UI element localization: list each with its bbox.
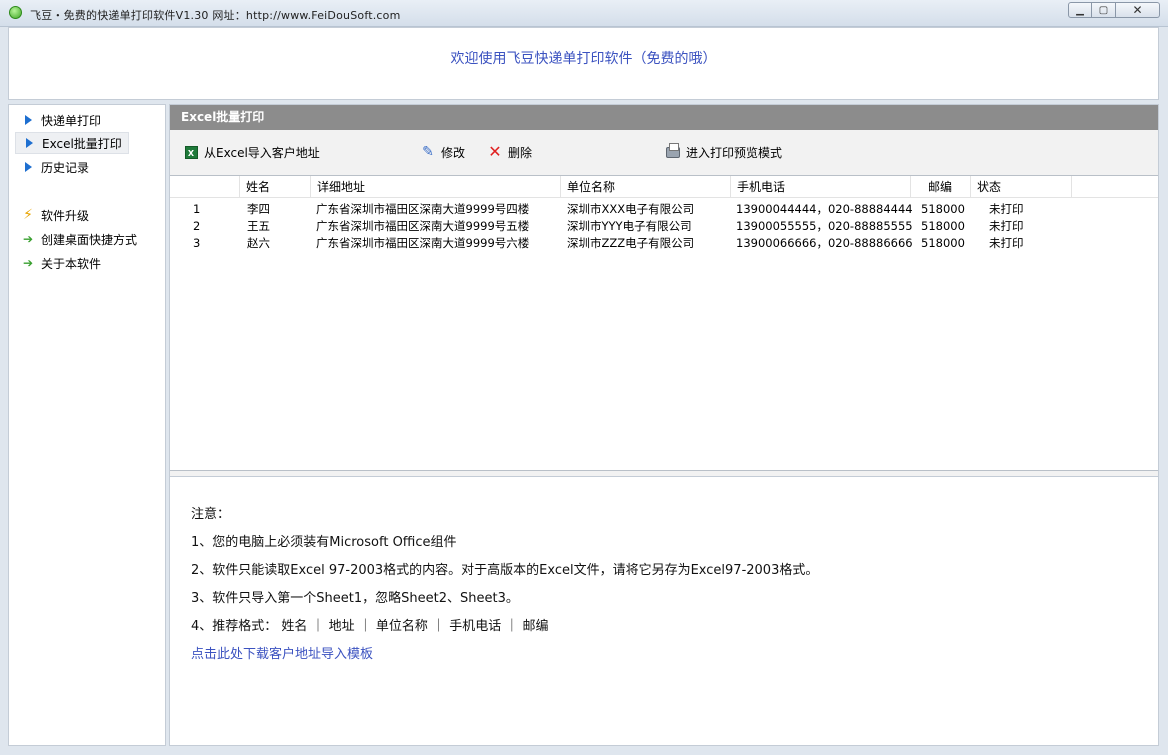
cell-status: 未打印 (989, 236, 1024, 250)
sidebar-item-excel-batch-print[interactable]: Excel批量打印 (15, 132, 129, 154)
import-excel-label: 从Excel导入客户地址 (204, 145, 320, 160)
cell-phone: 13900055555，020-88885555 (736, 219, 913, 233)
row-number: 2 (193, 219, 201, 233)
column-header-zip[interactable]: 邮编 (911, 176, 971, 197)
cell-zip: 518000 (921, 202, 965, 216)
welcome-text: 欢迎使用飞豆快递单打印软件（免费的哦） (450, 51, 717, 67)
note-line-1: 1、您的电脑上必须装有Microsoft Office组件 (191, 535, 457, 550)
notes-heading: 注意： (191, 507, 231, 522)
cell-status: 未打印 (989, 202, 1024, 216)
maximize-button[interactable]: ▢ (1092, 2, 1116, 18)
table-row[interactable]: 3 赵六 广东省深圳市福田区深南大道9999号六楼 深圳市ZZZ电子有限公司 1… (170, 235, 1158, 252)
play-triangle-icon (15, 162, 41, 172)
excel-icon: X (182, 144, 200, 160)
column-header-company[interactable]: 单位名称 (561, 176, 731, 197)
address-grid[interactable]: 姓名 详细地址 单位名称 手机电话 邮编 状态 1 李四 广东省深圳市福田区深南… (170, 175, 1158, 471)
print-preview-button[interactable]: 进入打印预览模式 (664, 142, 782, 162)
sidebar-item-label: Excel批量打印 (42, 136, 122, 151)
sidebar-item-desktop-shortcut[interactable]: ➔ 创建桌面快捷方式 (15, 228, 143, 250)
sidebar: 快递单打印 Excel批量打印 历史记录 ⚡ 软件升级 ➔ 创建桌面快捷方式 ➔… (8, 104, 166, 746)
column-header-address[interactable]: 详细地址 (311, 176, 561, 197)
sidebar-item-label: 快递单打印 (41, 113, 102, 128)
download-template-link[interactable]: 点击此处下载客户地址导入模板 (191, 643, 373, 662)
import-excel-button[interactable]: X 从Excel导入客户地址 (182, 142, 320, 162)
printer-icon (664, 142, 682, 160)
window-controls: ▁ ▢ ✕ (1068, 2, 1160, 19)
sidebar-item-label: 关于本软件 (41, 256, 102, 271)
toolbar: X 从Excel导入客户地址 ✎ 修改 ✕ 删除 进入打印预览模式 (170, 130, 1158, 174)
green-arrow-icon: ➔ (22, 256, 34, 270)
cell-name: 李四 (247, 202, 270, 216)
row-number: 3 (193, 236, 201, 250)
main-panel: Excel批量打印 X 从Excel导入客户地址 ✎ 修改 ✕ 删除 进入打印预… (169, 104, 1159, 746)
sidebar-item-history[interactable]: 历史记录 (15, 156, 95, 178)
window-title: 飞豆・免费的快递单打印软件V1.30 网址：http://www.FeiDouS… (30, 9, 401, 22)
sidebar-item-express-print[interactable]: 快递单打印 (15, 109, 107, 131)
note-line-2: 2、软件只能读取Excel 97-2003格式的内容。对于高版本的Excel文件… (191, 563, 819, 578)
play-triangle-icon (16, 138, 42, 148)
note-line-3: 3、软件只导入第一个Sheet1，忽略Sheet2、Sheet3。 (191, 591, 519, 606)
play-triangle-icon (15, 115, 41, 125)
cell-name: 赵六 (247, 236, 270, 250)
cell-phone: 13900066666，020-88886666 (736, 236, 913, 250)
delete-label: 删除 (508, 145, 533, 160)
cell-phone: 13900044444，020-88884444 (736, 202, 913, 216)
row-number: 1 (193, 202, 201, 216)
green-arrow-icon: ➔ (22, 232, 34, 246)
cell-zip: 518000 (921, 236, 965, 250)
delete-button[interactable]: ✕ 删除 (486, 142, 532, 162)
sidebar-item-upgrade[interactable]: ⚡ 软件升级 (15, 204, 95, 226)
edit-label: 修改 (441, 145, 466, 160)
panel-title: Excel批量打印 (170, 105, 1158, 130)
edit-button[interactable]: ✎ 修改 (419, 142, 465, 162)
delete-x-icon: ✕ (488, 142, 502, 161)
cell-name: 王五 (247, 219, 270, 233)
sidebar-item-label: 创建桌面快捷方式 (41, 232, 138, 247)
cell-company: 深圳市ZZZ电子有限公司 (567, 236, 695, 250)
lightning-icon: ⚡ (23, 207, 33, 223)
title-bar: 飞豆・免费的快递单打印软件V1.30 网址：http://www.FeiDouS… (0, 0, 1168, 27)
minimize-button[interactable]: ▁ (1068, 2, 1092, 18)
app-icon (9, 6, 22, 19)
column-header-name[interactable]: 姓名 (240, 176, 311, 197)
cell-company: 深圳市YYY电子有限公司 (567, 219, 692, 233)
note-line-4: 4、推荐格式： 姓名 ｜ 地址 ｜ 单位名称 ｜ 手机电话 ｜ 邮编 (191, 619, 549, 634)
notes-panel: 注意： 1、您的电脑上必须装有Microsoft Office组件 2、软件只能… (170, 476, 1158, 745)
cell-address: 广东省深圳市福田区深南大道9999号六楼 (316, 236, 530, 250)
close-button[interactable]: ✕ (1116, 2, 1160, 18)
sidebar-item-label: 历史记录 (41, 160, 90, 175)
grid-header: 姓名 详细地址 单位名称 手机电话 邮编 状态 (170, 176, 1158, 198)
cell-status: 未打印 (989, 219, 1024, 233)
cell-zip: 518000 (921, 219, 965, 233)
welcome-banner: 欢迎使用飞豆快递单打印软件（免费的哦） (8, 27, 1159, 100)
print-preview-label: 进入打印预览模式 (686, 145, 783, 160)
table-row[interactable]: 1 李四 广东省深圳市福田区深南大道9999号四楼 深圳市XXX电子有限公司 1… (170, 201, 1158, 218)
sidebar-item-about[interactable]: ➔ 关于本软件 (15, 252, 107, 274)
column-header-status[interactable]: 状态 (971, 176, 1072, 197)
sidebar-item-label: 软件升级 (41, 208, 90, 223)
cell-address: 广东省深圳市福田区深南大道9999号四楼 (316, 202, 530, 216)
column-header-phone[interactable]: 手机电话 (731, 176, 911, 197)
row-number-header (170, 176, 240, 197)
edit-user-icon: ✎ (422, 144, 434, 160)
cell-company: 深圳市XXX电子有限公司 (567, 202, 695, 216)
table-row[interactable]: 2 王五 广东省深圳市福田区深南大道9999号五楼 深圳市YYY电子有限公司 1… (170, 218, 1158, 235)
cell-address: 广东省深圳市福田区深南大道9999号五楼 (316, 219, 530, 233)
